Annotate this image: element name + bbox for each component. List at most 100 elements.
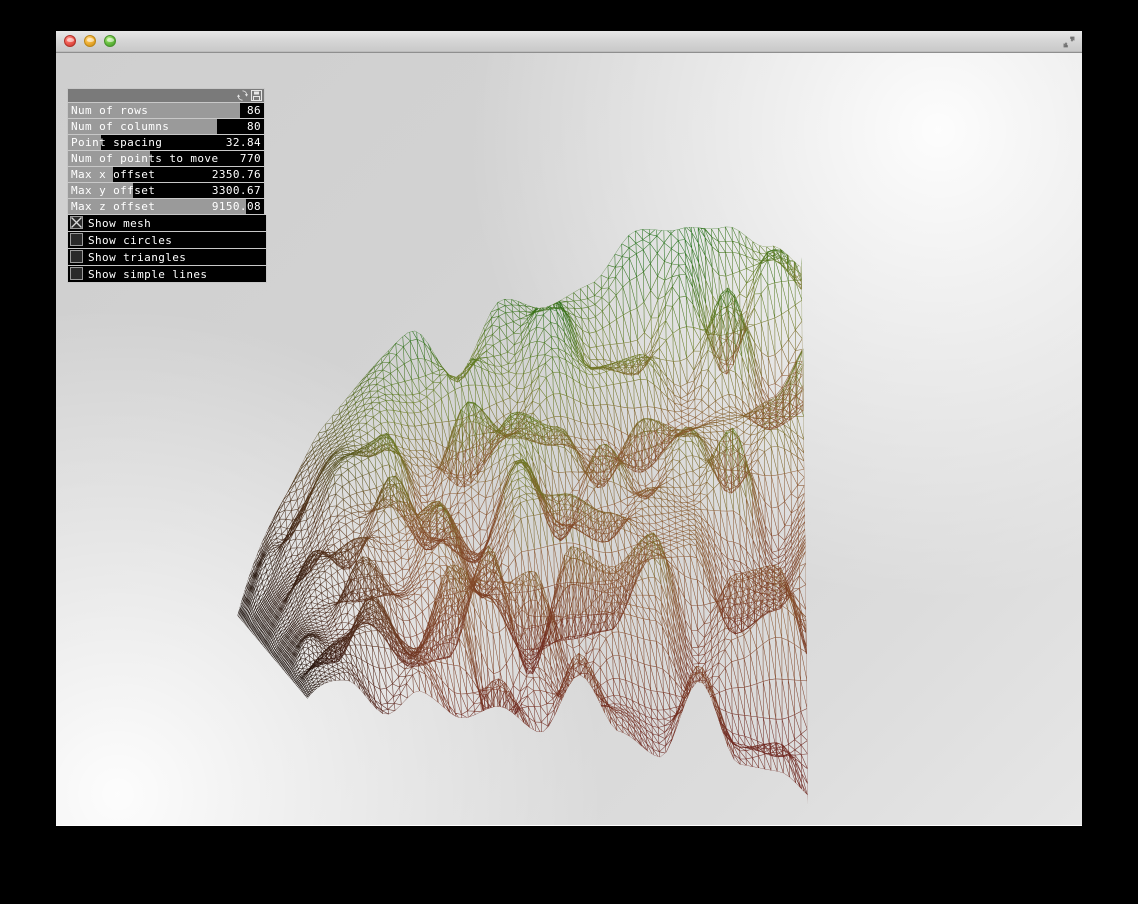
- mesh-edges: [385, 666, 393, 689]
- panel-header[interactable]: [67, 88, 265, 103]
- slider-value: 32.84: [225, 136, 261, 149]
- mesh-edges: [380, 421, 389, 436]
- slider-row[interactable]: Point spacing 32.84: [67, 135, 265, 151]
- mesh-edges: [276, 500, 286, 520]
- mesh-edges: [368, 470, 377, 490]
- slider-row[interactable]: Num of rows 86: [67, 103, 265, 119]
- mesh-edges: [415, 243, 637, 331]
- screen-root: Num of rows 86 Num of columns 80 Point spaci…: [0, 0, 1138, 904]
- checkbox-row[interactable]: Show triangles: [67, 249, 267, 266]
- mesh-edges: [357, 503, 366, 512]
- mesh-edges: [318, 423, 327, 440]
- mesh-edges: [401, 249, 644, 334]
- mesh-edges: [526, 658, 808, 777]
- window-titlebar[interactable]: [56, 31, 1082, 53]
- checkbox-row[interactable]: Show circles: [67, 232, 267, 249]
- render-viewport[interactable]: Num of rows 86 Num of columns 80 Point spaci…: [56, 53, 1082, 825]
- mesh-edges: [398, 526, 407, 541]
- slider-row[interactable]: Max z offset 9150.08: [67, 199, 265, 215]
- maximize-button[interactable]: [104, 35, 116, 47]
- save-floppy-icon[interactable]: [251, 90, 262, 101]
- mesh-edges: [678, 274, 687, 298]
- slider-row[interactable]: Max y offset 3300.67: [67, 183, 265, 199]
- slider-value: 9150.08: [211, 200, 261, 213]
- slider-value: 80: [246, 120, 261, 133]
- mesh-edges: [378, 667, 387, 690]
- mesh-edges: [449, 652, 795, 778]
- mesh-edges: [331, 521, 340, 537]
- slider-row[interactable]: Num of columns 80: [67, 119, 265, 135]
- mesh-edges: [407, 692, 414, 699]
- mesh-edges: [446, 255, 754, 375]
- mesh-edges: [374, 357, 383, 372]
- mesh-edges: [454, 306, 748, 494]
- slider-value: 3300.67: [211, 184, 261, 197]
- mesh-edges: [393, 547, 402, 562]
- mesh-edges: [363, 503, 372, 512]
- slider-label: Num of points to move: [71, 152, 219, 165]
- slider-label: Num of rows: [71, 104, 149, 117]
- mesh-edges: [365, 408, 374, 424]
- mesh-edges: [394, 375, 791, 511]
- mesh-edges: [261, 531, 272, 551]
- checkbox-label: Show mesh: [88, 217, 152, 230]
- mesh-edges: [384, 520, 393, 538]
- mesh-edges: [318, 537, 339, 587]
- mesh-edges: [386, 544, 395, 552]
- mesh-edges: [399, 534, 407, 548]
- slider-label: Max y offset: [71, 184, 156, 197]
- mesh-edges: [416, 631, 439, 703]
- checkbox-label: Show triangles: [88, 251, 187, 264]
- checkbox-row[interactable]: Show simple lines: [67, 266, 267, 283]
- mesh-edges: [384, 384, 393, 395]
- expand-arrows-icon[interactable]: [1061, 34, 1077, 50]
- slider-label: Num of columns: [71, 120, 170, 133]
- mesh-edges: [392, 531, 400, 545]
- mesh-edges: [542, 226, 692, 315]
- mesh-edges: [370, 390, 379, 403]
- refresh-icon[interactable]: [237, 90, 248, 101]
- mesh-edges: [466, 252, 781, 404]
- mesh-edges: [381, 709, 390, 715]
- mesh-edges: [374, 547, 383, 562]
- window-controls: [64, 35, 116, 47]
- slider-value: 770: [239, 152, 261, 165]
- mesh-edges: [379, 432, 389, 450]
- mesh-edges: [393, 693, 402, 711]
- slider-list: Num of rows 86 Num of columns 80 Point spaci…: [67, 103, 278, 215]
- checkbox-unchecked-icon[interactable]: [70, 233, 83, 246]
- mesh-edges: [373, 357, 383, 378]
- checkbox-list: Show mesh Show circles Show triangles Show …: [67, 215, 278, 283]
- slider-row[interactable]: Num of points to move 770: [67, 151, 265, 167]
- mesh-edges: [409, 553, 417, 576]
- mesh-edges: [307, 608, 315, 620]
- mesh-edges: [511, 263, 700, 336]
- mesh-edges: [388, 572, 397, 586]
- mesh-edges: [419, 396, 428, 412]
- mesh-edges: [362, 489, 371, 505]
- panel-header-icons: [237, 90, 262, 101]
- close-button[interactable]: [64, 35, 76, 47]
- mesh-edges: [299, 504, 332, 580]
- checkbox-row[interactable]: Show mesh: [67, 215, 267, 232]
- mesh-edges: [402, 619, 411, 638]
- slider-row[interactable]: Max x offset 2350.76: [67, 167, 265, 183]
- checkbox-label: Show simple lines: [88, 268, 208, 281]
- mesh-edges: [388, 710, 396, 715]
- mesh-edges: [406, 674, 414, 699]
- mesh-edges: [388, 561, 396, 575]
- control-panel[interactable]: Num of rows 86 Num of columns 80 Point spaci…: [67, 88, 278, 283]
- mesh-edges: [359, 423, 368, 438]
- mesh-edges: [290, 490, 298, 511]
- mesh-edges: [386, 696, 395, 710]
- mesh-edges: [401, 549, 409, 570]
- checkbox-unchecked-icon[interactable]: [70, 267, 83, 280]
- minimize-button[interactable]: [84, 35, 96, 47]
- checkbox-unchecked-icon[interactable]: [70, 250, 83, 263]
- mesh-edges: [511, 298, 520, 306]
- slider-label: Max z offset: [71, 200, 156, 213]
- mesh-edges: [395, 569, 404, 584]
- mesh-edges: [372, 411, 382, 429]
- checkbox-checked-icon[interactable]: [70, 216, 83, 229]
- slider-label: Max x offset: [71, 168, 156, 181]
